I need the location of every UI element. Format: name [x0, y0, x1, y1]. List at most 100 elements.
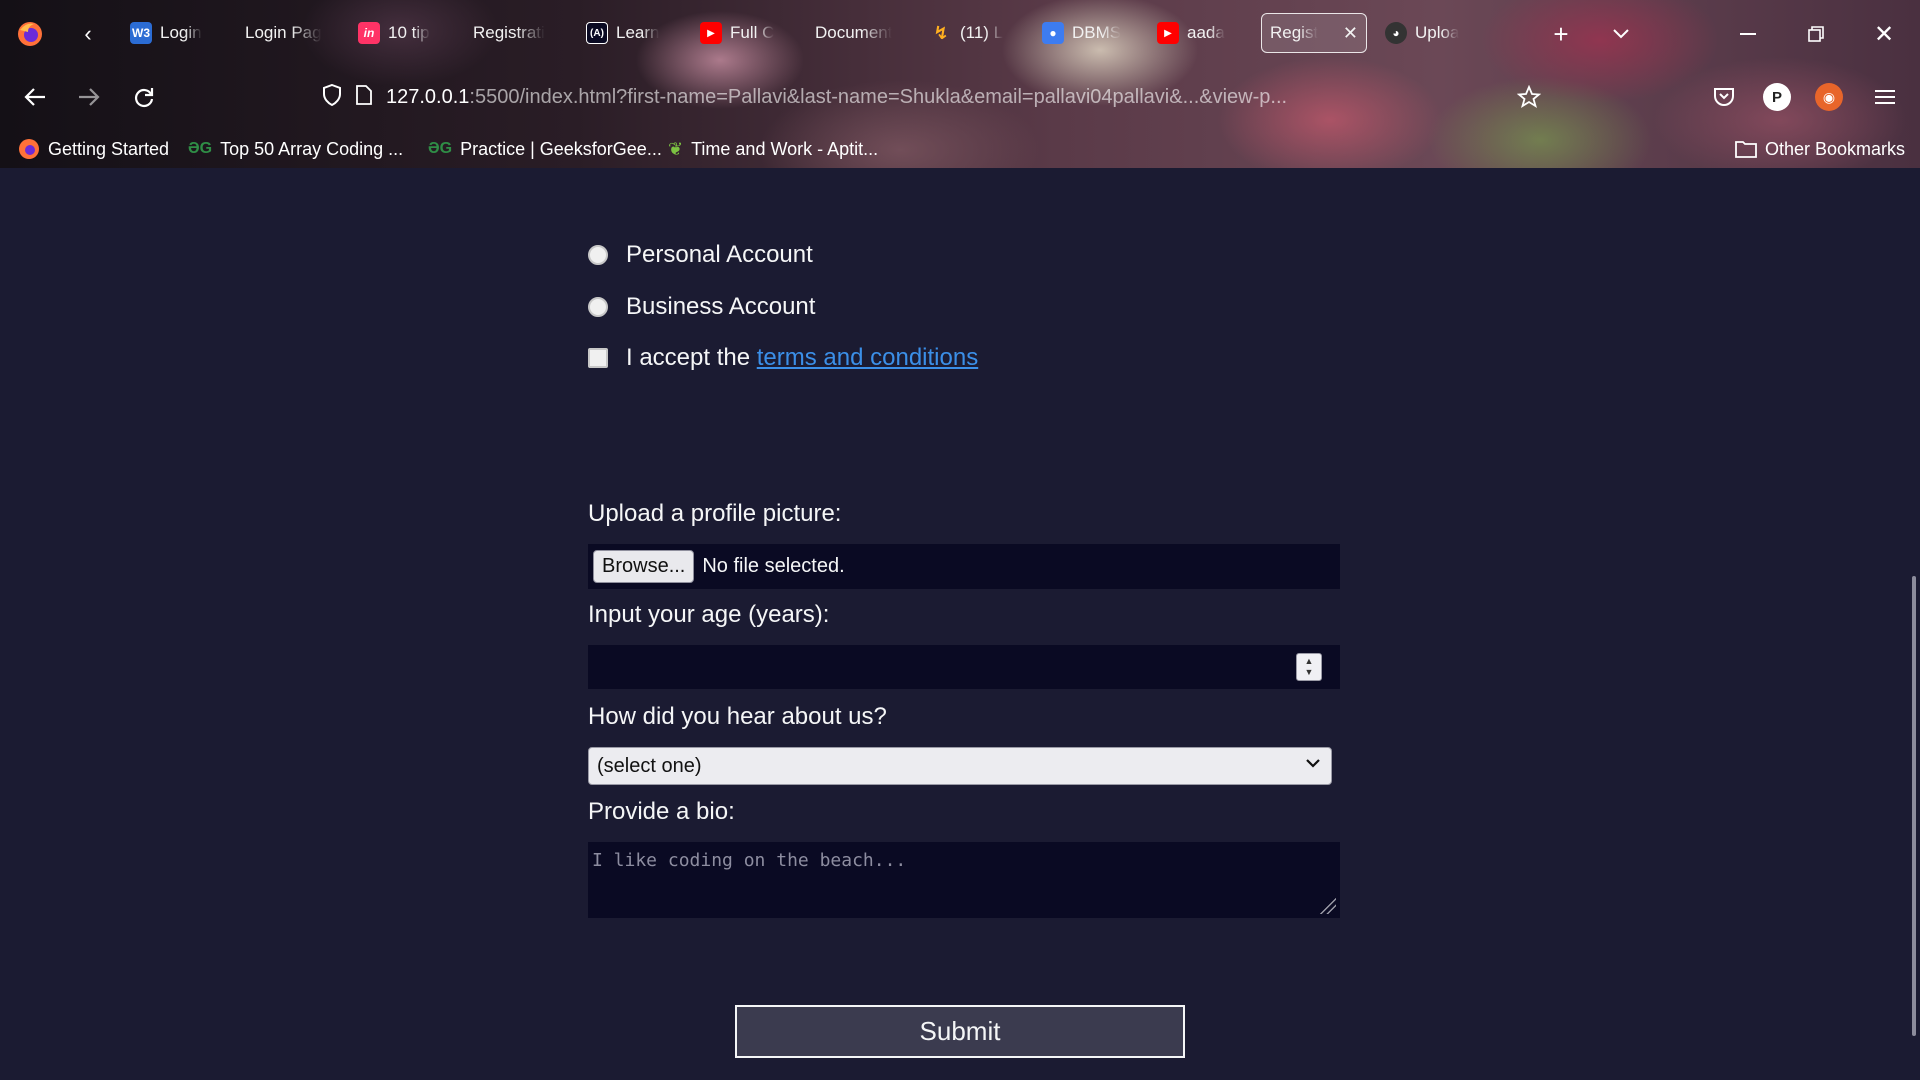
list-all-tabs-icon[interactable]	[1605, 18, 1637, 50]
bookmark-label: Time and Work - Aptit...	[691, 138, 879, 159]
tab-full-course[interactable]: ▶ Full C	[700, 13, 785, 53]
tab-label: (11) L	[960, 23, 1004, 42]
hamburger-menu-icon[interactable]	[1868, 80, 1902, 114]
minimize-icon[interactable]	[1732, 18, 1764, 50]
tab-login-page[interactable]: Login Pag	[245, 13, 330, 53]
tab-label: 10 tip	[388, 23, 430, 42]
tab-11-l[interactable]: ↯ (11) L	[930, 13, 1015, 53]
page-info-icon[interactable]	[356, 84, 372, 110]
other-bookmarks-label: Other Bookmarks	[1765, 138, 1906, 159]
bookmarks-toolbar: Getting Started ƏG Top 50 Array Coding .…	[0, 128, 1920, 168]
submit-button[interactable]: Submit	[735, 1005, 1185, 1058]
bookmark-star-icon[interactable]	[1516, 84, 1542, 114]
tab-login-w3[interactable]: W3 Login	[130, 13, 220, 53]
tab-learn[interactable]: (A) Learn	[586, 13, 671, 53]
chevron-down-icon	[1305, 756, 1321, 774]
geeksforgeeks-icon: ƏG	[428, 140, 453, 157]
age-input[interactable]: ▲ ▼	[588, 645, 1340, 689]
bookmark-label: Getting Started	[48, 138, 170, 159]
tab-label: Registrati	[473, 23, 545, 42]
back-icon[interactable]	[18, 80, 52, 114]
tab-bar: ‹ W3 Login Login Pag in 10 tip Registrat…	[0, 0, 1920, 66]
contacts-icon: ●	[1042, 22, 1064, 44]
browser-chrome: ‹ W3 Login Login Pag in 10 tip Registrat…	[0, 0, 1920, 168]
tab-aada[interactable]: ▶ aada	[1157, 13, 1237, 53]
bio-placeholder: I like coding on the beach...	[592, 850, 907, 871]
tab-label: DBMS	[1072, 23, 1122, 42]
number-spinner[interactable]: ▲ ▼	[1296, 653, 1322, 681]
tab-10-tips[interactable]: in 10 tip	[358, 13, 443, 53]
folder-icon	[1735, 141, 1757, 158]
github-icon: ◕	[1385, 22, 1407, 44]
url-host: 127.0.0.1	[386, 85, 470, 108]
new-tab-icon[interactable]: +	[1545, 18, 1577, 50]
page-content: Personal Account Business Account I acce…	[0, 168, 1920, 1080]
youtube-icon: ▶	[700, 22, 722, 44]
tab-label: Regist	[1270, 23, 1319, 42]
tab-label: Login Pag	[245, 23, 322, 42]
tab-label: Document	[815, 23, 893, 42]
close-window-icon[interactable]: ✕	[1868, 18, 1900, 50]
terms-label: I accept the terms and conditions	[626, 344, 978, 372]
bookmark-time-and-work[interactable]: ❦ Time and Work - Aptit...	[668, 136, 878, 162]
tab-dbms[interactable]: ● DBMS	[1042, 13, 1127, 53]
profile-picture-input[interactable]: Browse... No file selected.	[588, 544, 1340, 589]
terms-option[interactable]: I accept the terms and conditions	[588, 344, 978, 372]
decrement-icon[interactable]: ▼	[1305, 667, 1314, 678]
referrer-select[interactable]: (select one)	[588, 747, 1332, 785]
tab-overflow-back-icon[interactable]: ‹	[72, 18, 104, 50]
business-account-radio[interactable]	[588, 297, 608, 317]
increment-icon[interactable]: ▲	[1305, 656, 1314, 667]
tab-registration-active[interactable]: Regist ✕	[1261, 13, 1367, 53]
tab-label: Learn	[616, 23, 660, 42]
bookmark-practice-gfg[interactable]: ƏG Practice | GeeksforGee...	[428, 136, 662, 162]
file-status: No file selected.	[702, 555, 845, 577]
firefox-menu-icon[interactable]	[14, 18, 46, 50]
pocket-icon[interactable]	[1707, 80, 1741, 114]
tab-label: aada	[1187, 23, 1225, 42]
bookmark-label: Top 50 Array Coding ...	[220, 138, 404, 159]
bookmark-getting-started[interactable]: Getting Started	[18, 136, 169, 162]
site-icon: ↯	[933, 22, 949, 43]
tab-upload[interactable]: ◕ Uploa	[1385, 13, 1475, 53]
extension-icon[interactable]: ◉	[1815, 83, 1843, 111]
close-tab-icon[interactable]: ✕	[1343, 23, 1358, 44]
terms-prefix: I accept the	[626, 344, 757, 371]
scrollbar-thumb[interactable]	[1912, 576, 1916, 1036]
tracking-protection-shield-icon[interactable]	[322, 83, 342, 111]
account-avatar[interactable]: P	[1763, 83, 1791, 111]
invision-icon: in	[358, 22, 380, 44]
personal-account-radio[interactable]	[588, 245, 608, 265]
business-account-option[interactable]: Business Account	[588, 293, 815, 321]
bookmark-top-50-array[interactable]: ƏG Top 50 Array Coding ...	[188, 136, 403, 162]
terms-checkbox[interactable]	[588, 348, 608, 368]
personal-account-option[interactable]: Personal Account	[588, 241, 813, 269]
age-label: Input your age (years):	[588, 601, 830, 628]
tab-label: Login	[160, 23, 202, 42]
forward-icon[interactable]	[72, 80, 106, 114]
geeksforgeeks-icon: ƏG	[188, 140, 213, 157]
personal-account-label: Personal Account	[626, 241, 813, 268]
youtube-icon: ▶	[1157, 22, 1179, 44]
w3schools-icon: W3	[130, 22, 152, 44]
bio-textarea[interactable]: I like coding on the beach...	[588, 842, 1340, 918]
address-bar[interactable]: 127.0.0.1:5500/index.html?first-name=Pal…	[312, 76, 1562, 118]
tab-registration[interactable]: Registrati	[473, 13, 558, 53]
url-path: :5500/index.html?first-name=Pallavi&last…	[469, 85, 1288, 108]
business-account-label: Business Account	[626, 293, 816, 320]
tab-document[interactable]: Document	[815, 13, 910, 53]
navigation-toolbar: 127.0.0.1:5500/index.html?first-name=Pal…	[0, 66, 1920, 128]
reload-icon[interactable]	[127, 80, 161, 114]
bookmark-label: Practice | GeeksforGee...	[460, 138, 662, 159]
upload-label: Upload a profile picture:	[588, 500, 842, 527]
resize-grip-icon[interactable]	[1320, 898, 1336, 914]
tab-label: Uploa	[1415, 23, 1460, 42]
browse-button[interactable]: Browse...	[593, 550, 695, 583]
other-bookmarks[interactable]: Other Bookmarks	[1735, 136, 1905, 162]
url-text[interactable]: 127.0.0.1:5500/index.html?first-name=Pal…	[386, 86, 1476, 109]
terms-link[interactable]: terms and conditions	[757, 344, 978, 371]
tab-label: Full C	[730, 23, 775, 42]
restore-icon[interactable]	[1800, 18, 1832, 50]
bio-label: Provide a bio:	[588, 798, 735, 825]
leaf-icon: ❦	[668, 138, 684, 159]
